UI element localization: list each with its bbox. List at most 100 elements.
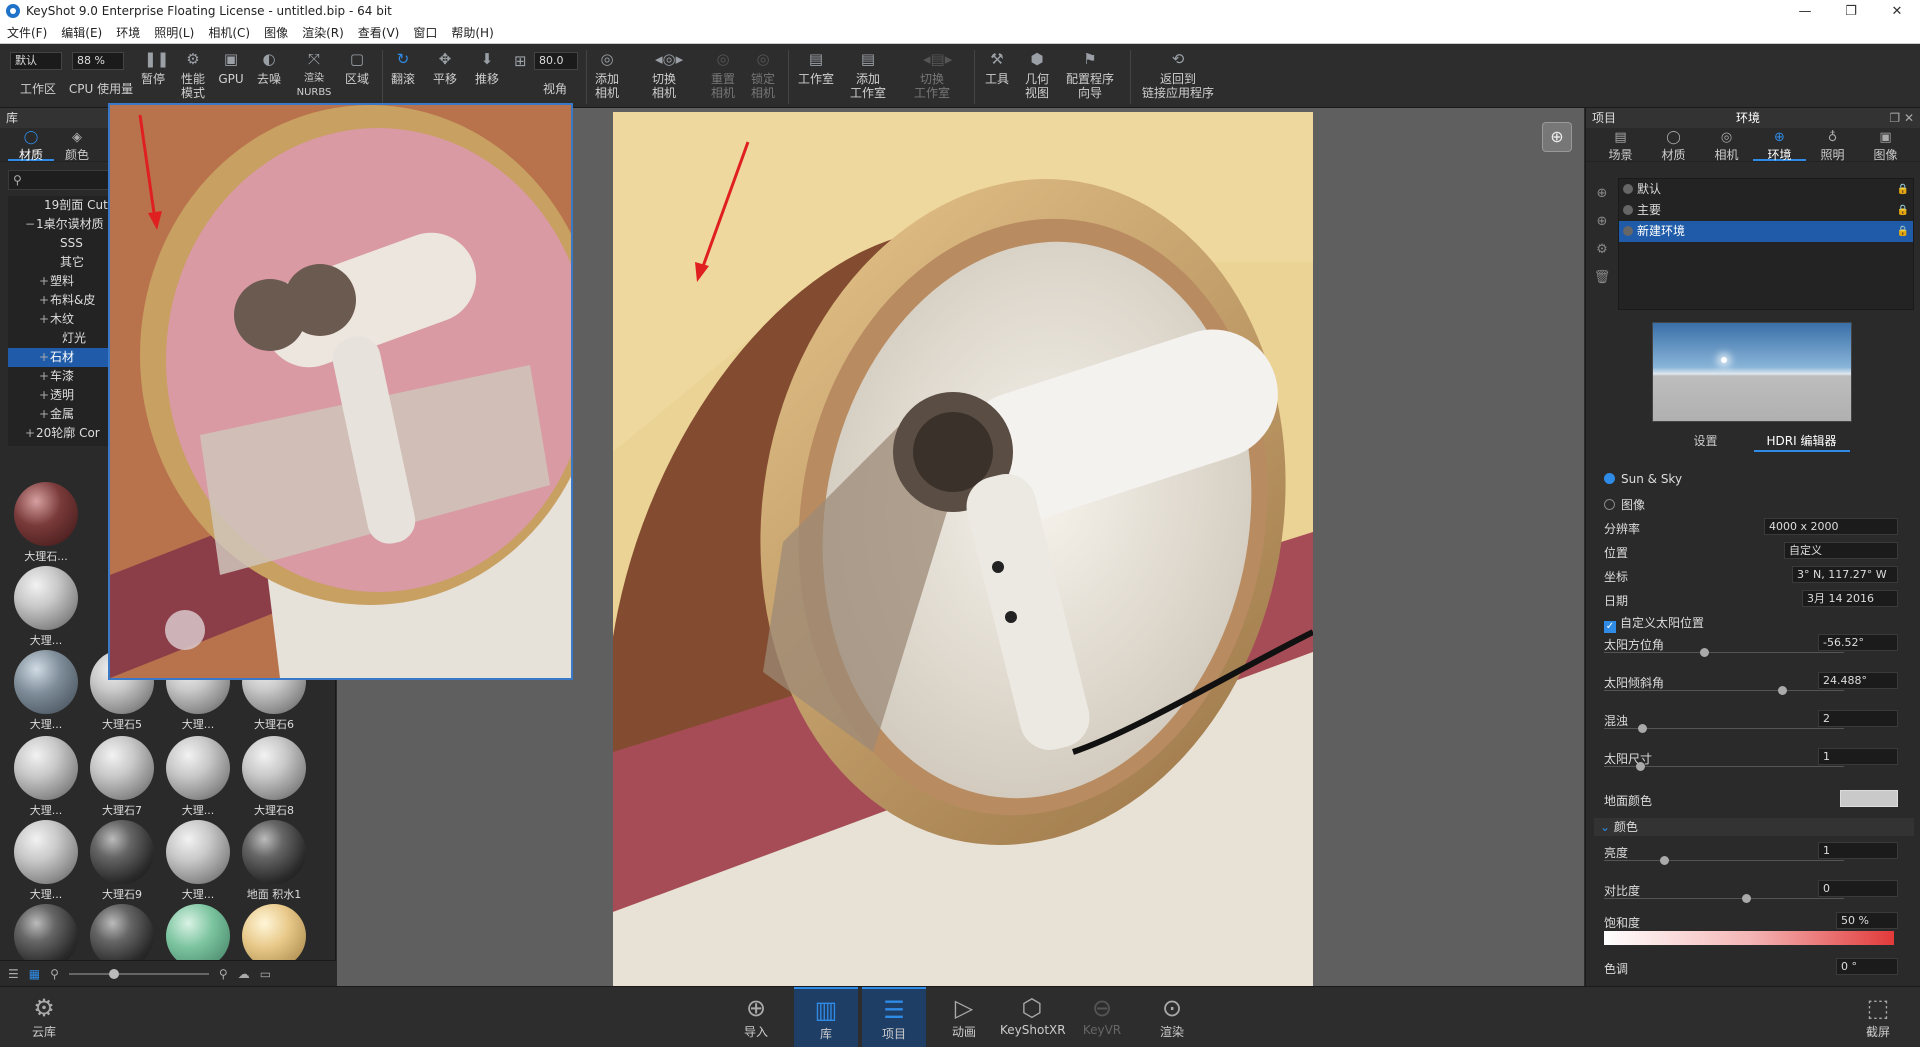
render-button[interactable]: ⊙ 渲染	[1140, 993, 1204, 1040]
tab-material[interactable]: ◯ 材质	[1647, 128, 1700, 162]
cloud-upload-icon[interactable]: ☁	[238, 967, 250, 981]
tree-expand-icon[interactable]: +	[38, 386, 50, 405]
close-button[interactable]: ✕	[1874, 0, 1920, 22]
material-thumb[interactable]: 大理...	[12, 820, 80, 904]
sun-sky-radio[interactable]: Sun & Sky	[1604, 472, 1904, 486]
saturation-input[interactable]: 50 %	[1836, 912, 1898, 929]
library-toggle-button[interactable]: ▥ 库	[794, 987, 858, 1047]
workspace-button[interactable]: 工作区	[14, 82, 62, 98]
minimize-button[interactable]: —	[1782, 0, 1828, 22]
tree-expand-icon[interactable]: +	[38, 310, 50, 329]
menu-camera[interactable]: 相机(C)	[201, 24, 257, 41]
date-input[interactable]: 3月 14 2016	[1802, 590, 1898, 607]
sun-tilt-track[interactable]	[1604, 690, 1844, 691]
tab-image[interactable]: ▣ 图像	[1859, 128, 1912, 162]
material-thumb[interactable]: 大理...	[12, 566, 80, 650]
keyshotxr-button[interactable]: ⬡ KeyShotXR	[1000, 993, 1066, 1037]
lock-icon[interactable]: 🔒	[1897, 221, 1909, 242]
studio-button[interactable]: ▤ 工作室	[794, 50, 838, 106]
lock-icon[interactable]: 🔒	[1897, 200, 1909, 221]
fov-input[interactable]: 80.0	[534, 52, 578, 70]
undock-icon[interactable]: ❐	[1889, 111, 1900, 125]
environment-item[interactable]: 主要 🔒	[1619, 200, 1913, 221]
coordinate-input[interactable]: 3° N, 117.27° W	[1792, 566, 1898, 583]
keyvr-button[interactable]: ⊖ KeyVR	[1070, 993, 1134, 1037]
tab-environment[interactable]: ⊕ 环境	[1753, 128, 1806, 162]
screenshot-button[interactable]: ⬚ 截屏	[1846, 993, 1910, 1040]
dolly-button[interactable]: ⬇ 推移	[470, 50, 504, 106]
custom-sun-checkbox[interactable]: ✓ 自定义太阳位置	[1604, 614, 1904, 633]
zoom-out-icon[interactable]: ⚲	[50, 967, 59, 981]
sun-size-slider-handle[interactable]	[1636, 762, 1645, 771]
menu-lighting[interactable]: 照明(L)	[147, 24, 201, 41]
switch-studio-button[interactable]: ◂▤▸ 切换 工作室	[904, 50, 960, 106]
tab-hdri-editor[interactable]: HDRI 编辑器	[1753, 432, 1850, 452]
region-button[interactable]: ▢ 区域	[340, 50, 374, 106]
tree-expand-icon[interactable]: +	[38, 272, 50, 291]
hue-input[interactable]: 0 °	[1836, 958, 1898, 975]
render-nurbs-button[interactable]: ⤧ 渲染 NURBS	[294, 50, 334, 106]
duplicate-environment-icon[interactable]: ⊕	[1592, 208, 1612, 236]
material-thumb[interactable]: 大理石7	[88, 736, 156, 820]
sun-azimuth-input[interactable]: -56.52°	[1818, 634, 1898, 651]
material-thumb[interactable]	[12, 904, 80, 960]
tree-expand-icon[interactable]: +	[38, 348, 50, 367]
grid-view-icon[interactable]: ▦	[29, 967, 40, 981]
tumble-button[interactable]: ↻ 翻滚	[386, 50, 420, 106]
menu-window[interactable]: 窗口	[406, 24, 444, 41]
maximize-button[interactable]: ❐	[1828, 0, 1874, 22]
menu-view[interactable]: 查看(V)	[351, 24, 407, 41]
contrast-track[interactable]	[1604, 898, 1844, 899]
add-camera-button[interactable]: ◎ 添加 相机	[590, 50, 624, 106]
config-wizard-button[interactable]: ⚑ 配置程序 向导	[1062, 50, 1118, 106]
lock-camera-button[interactable]: ◎ 锁定 相机	[746, 50, 780, 106]
thumbnail-size-slider[interactable]	[68, 968, 209, 979]
sun-azimuth-slider-handle[interactable]	[1700, 648, 1709, 657]
menu-help[interactable]: 帮助(H)	[444, 24, 500, 41]
sun-tilt-slider-handle[interactable]	[1778, 686, 1787, 695]
cloud-library-button[interactable]: ⚙ 云库	[12, 993, 76, 1040]
material-thumb[interactable]: 大理石9	[88, 820, 156, 904]
zoom-in-icon[interactable]: ⚲	[219, 967, 228, 981]
workspace-combo[interactable]: 默认	[10, 52, 62, 70]
material-thumb[interactable]: 大理...	[164, 820, 232, 904]
delete-icon[interactable]: 🗑	[1592, 264, 1612, 292]
tree-expand-icon[interactable]: +	[38, 405, 50, 424]
zoom-combo[interactable]: 88 %	[72, 52, 124, 70]
tab-lighting[interactable]: ♁ 照明	[1806, 128, 1859, 162]
tree-expand-icon[interactable]: +	[38, 367, 50, 386]
sun-azimuth-track[interactable]	[1604, 652, 1844, 653]
denoise-button[interactable]: ◐ 去噪	[252, 50, 286, 106]
add-studio-button[interactable]: ▤ 添加 工作室	[846, 50, 890, 106]
panel-close-icon[interactable]: ✕	[1904, 111, 1914, 125]
list-view-icon[interactable]: ☰	[8, 967, 19, 981]
material-thumb[interactable]	[240, 904, 308, 960]
tree-expand-icon[interactable]: +	[38, 291, 50, 310]
material-thumb[interactable]	[164, 904, 232, 960]
performance-mode-button[interactable]: ⚙ 性能 模式	[176, 50, 210, 106]
contrast-slider-handle[interactable]	[1742, 894, 1751, 903]
tab-settings[interactable]: 设置	[1658, 432, 1754, 452]
geometry-view-button[interactable]: ⬢ 几何 视图	[1020, 50, 1054, 106]
material-thumb[interactable]: 大理石8	[240, 736, 308, 820]
turbidity-input[interactable]: 2	[1818, 710, 1898, 727]
brightness-track[interactable]	[1604, 860, 1844, 861]
menu-file[interactable]: 文件(F)	[0, 24, 54, 41]
pause-button[interactable]: ❚❚ 暂停	[136, 50, 170, 106]
back-to-linked-app-button[interactable]: ⟲ 返回到 链接应用程序	[1138, 50, 1218, 106]
realtime-render-image[interactable]	[613, 112, 1313, 986]
tree-expand-icon[interactable]: +	[24, 424, 36, 443]
menu-environment[interactable]: 环境	[109, 24, 147, 41]
environment-settings-icon[interactable]: ⚙	[1592, 236, 1612, 264]
material-thumb[interactable]	[88, 904, 156, 960]
material-thumb[interactable]: 地面 积水1	[240, 820, 308, 904]
environment-item[interactable]: 默认 🔒	[1619, 179, 1913, 200]
environment-globe-icon[interactable]: ⊕	[1542, 122, 1572, 152]
switch-camera-button[interactable]: ◂◎▸ 切换 相机	[636, 50, 692, 106]
resolution-select[interactable]: 4000 x 2000	[1764, 518, 1898, 535]
menu-edit[interactable]: 编辑(E)	[54, 24, 109, 41]
environment-item-selected[interactable]: 新建环境 🔒	[1619, 221, 1913, 242]
ground-color-swatch[interactable]	[1840, 790, 1898, 807]
lock-icon[interactable]: 🔒	[1897, 179, 1909, 200]
cpu-usage-button[interactable]: CPU 使用量	[68, 82, 134, 98]
